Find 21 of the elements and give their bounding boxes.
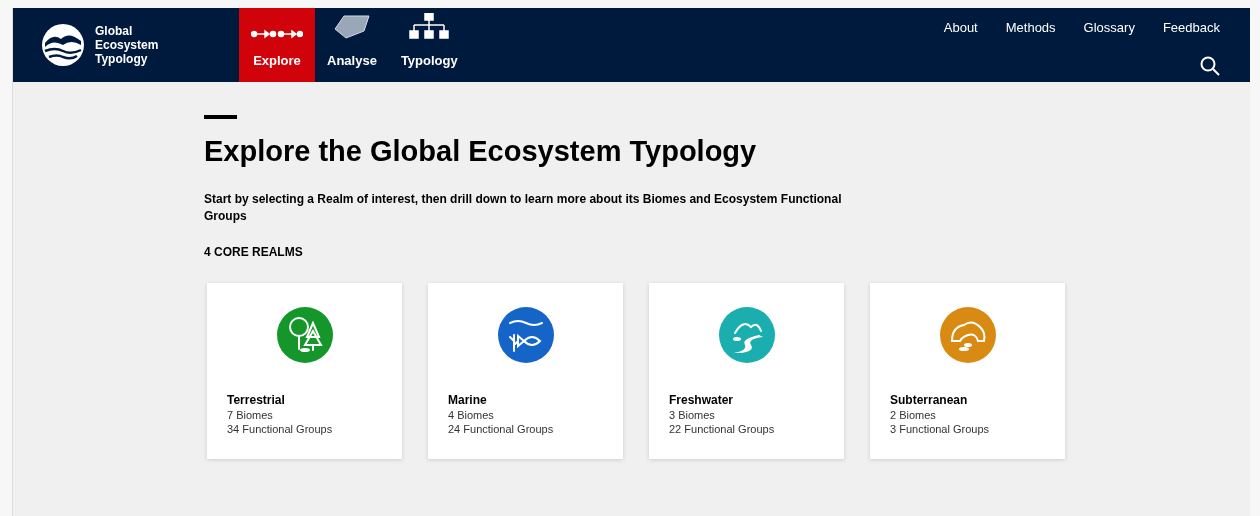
dotted-arrow-icon: [251, 28, 303, 39]
nav-tab[interactable]: Typology: [388, 8, 470, 82]
nav-link[interactable]: Methods: [1005, 18, 1056, 38]
nav-link[interactable]: Glossary: [1083, 18, 1135, 38]
nav-tab[interactable]: Explore: [239, 8, 315, 82]
section-heading: 4 CORE REALMS: [204, 244, 304, 261]
nav-link[interactable]: Feedback: [1162, 18, 1220, 38]
logo-text: Global Ecosystem Typology: [95, 24, 160, 66]
search-button[interactable]: [1200, 55, 1220, 76]
page-title: Explore the Global Ecosystem Typology: [204, 134, 758, 169]
hierarchy-icon: [409, 12, 450, 39]
nav-tab[interactable]: Analyse: [315, 8, 389, 82]
realm-card[interactable]: Freshwater 3 Biomes 22 Functional Groups: [649, 283, 844, 459]
realm-card[interactable]: Marine 4 Biomes 24 Functional Groups: [428, 283, 623, 459]
realm-card[interactable]: Terrestrial 7 Biomes 34 Functional Groups: [207, 283, 402, 459]
nav-link[interactable]: About: [943, 18, 978, 38]
polygon-icon: [333, 14, 370, 39]
title-accent-bar: [204, 115, 237, 119]
logo-icon: [41, 23, 85, 67]
intro-text: Start by selecting a Realm of interest, then drill down to learn more about its Biomes and Ecosystem Functional Groups: [204, 191, 843, 225]
realm-card[interactable]: Subterranean 2 Biomes 3 Functional Groups: [870, 283, 1065, 459]
